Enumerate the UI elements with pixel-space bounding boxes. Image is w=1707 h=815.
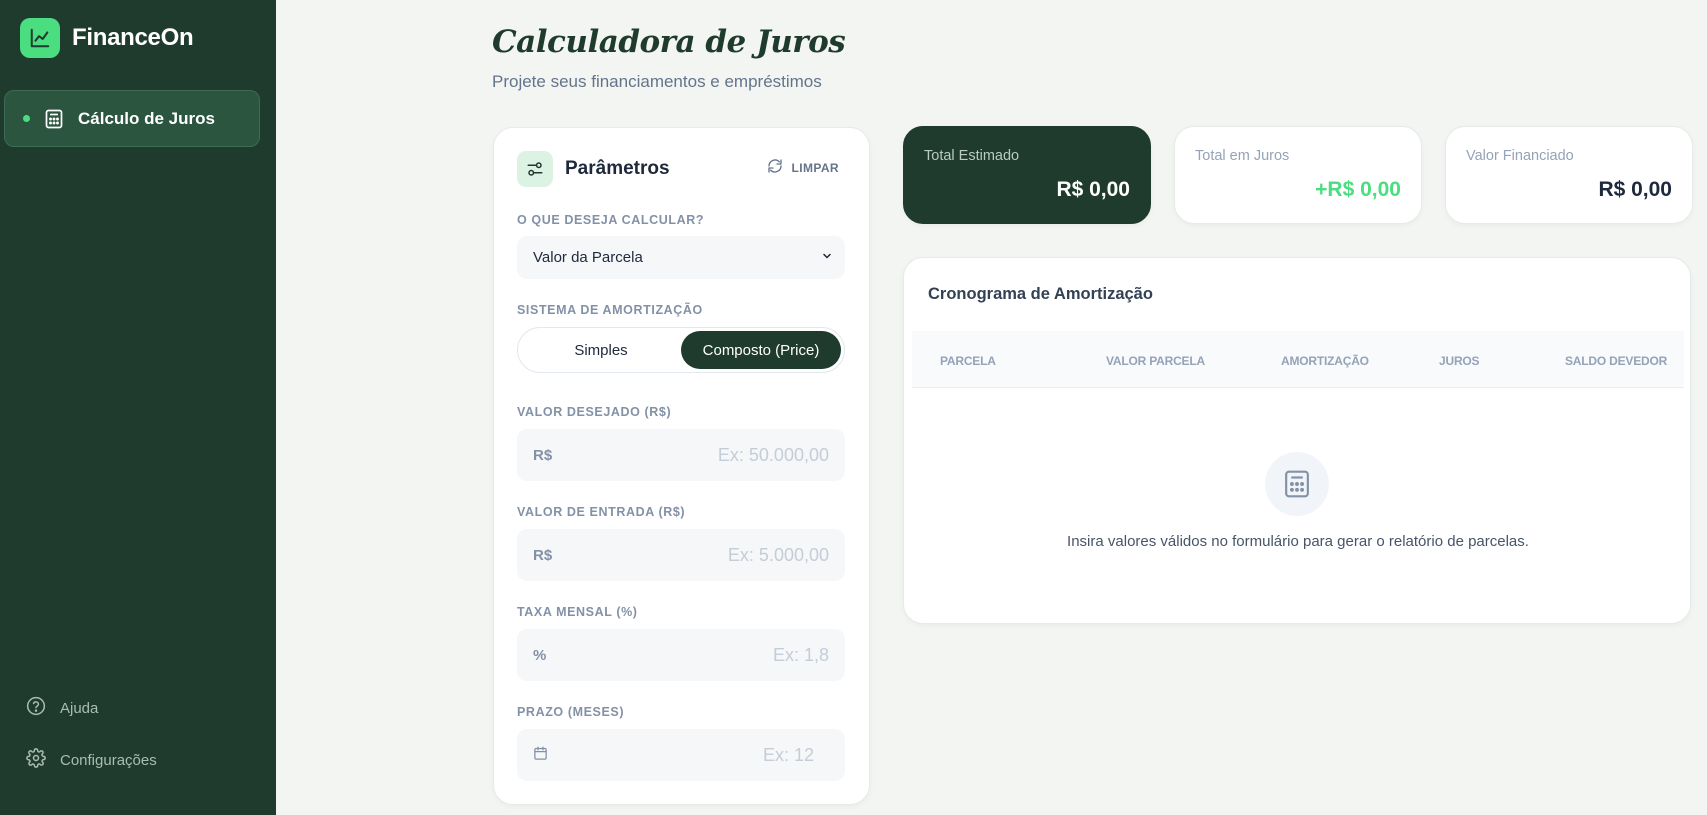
calc-type-select[interactable]: Valor da Parcela	[517, 236, 845, 279]
desired-value-label: VALOR DESEJADO (R$)	[517, 405, 672, 419]
monthly-rate-label: TAXA MENSAL (%)	[517, 605, 638, 619]
total-estimated-card: Total Estimado R$ 0,00	[903, 126, 1151, 224]
stat-label: Total em Juros	[1195, 148, 1290, 164]
sidebar: FinanceOn Cálculo de Juros Ajuda Configu…	[0, 0, 276, 815]
column-header-amortizacao: AMORTIZAÇÃO	[1281, 354, 1369, 368]
brand-name: FinanceOn	[72, 24, 194, 51]
column-header-saldo-devedor: SALDO DEVEDOR	[1565, 354, 1668, 368]
page-title: Calculadora de Juros	[492, 24, 846, 60]
chevron-down-icon	[821, 249, 833, 266]
monthly-rate-placeholder: Ex: 1,8	[772, 644, 829, 665]
active-indicator	[23, 115, 30, 122]
financed-value-value: R$ 0,00	[1598, 178, 1672, 201]
sidebar-item-ajuda[interactable]: Ajuda	[26, 696, 98, 720]
monthly-rate-input[interactable]: % Ex: 1,8	[517, 629, 845, 681]
table-header: PARCELA VALOR PARCELA AMORTIZAÇÃO JUROS …	[912, 331, 1684, 388]
option-simples[interactable]: Simples	[521, 331, 681, 369]
brand[interactable]: FinanceOn	[20, 18, 194, 58]
percent-prefix: %	[533, 646, 547, 664]
amortization-system-label: SISTEMA DE AMORTIZAÇÃO	[517, 303, 703, 317]
clear-button[interactable]: LIMPAR	[767, 158, 839, 177]
sidebar-item-label: Cálculo de Juros	[78, 108, 215, 128]
financed-value-card: Valor Financiado R$ 0,00	[1445, 126, 1693, 224]
term-months-placeholder: Ex: 12	[762, 744, 814, 765]
term-months-label: PRAZO (MESES)	[517, 705, 625, 719]
column-header-valor-parcela: VALOR PARCELA	[1106, 354, 1205, 368]
gear-icon	[26, 748, 46, 772]
stat-label: Total Estimado	[924, 148, 1020, 164]
page-subtitle: Projete seus financiamentos e empréstimo…	[492, 72, 822, 91]
amortization-system-toggle: Simples Composto (Price)	[517, 327, 845, 373]
currency-prefix: R$	[533, 446, 553, 464]
schedule-title: Cronograma de Amortização	[928, 285, 1153, 303]
column-header-parcela: PARCELA	[940, 354, 996, 368]
term-months-input[interactable]: Ex: 12	[517, 729, 845, 781]
total-interest-value: +R$ 0,00	[1315, 178, 1401, 201]
amortization-schedule-card: Cronograma de Amortização PARCELA VALOR …	[903, 257, 1691, 624]
sliders-icon	[517, 151, 553, 187]
down-payment-label: VALOR DE ENTRADA (R$)	[517, 505, 686, 519]
help-circle-icon	[26, 696, 46, 720]
sidebar-item-label: Ajuda	[60, 699, 99, 717]
column-header-juros: JUROS	[1439, 354, 1480, 368]
currency-prefix: R$	[533, 546, 553, 564]
desired-value-input[interactable]: R$ Ex: 50.000,00	[517, 429, 845, 481]
total-estimated-value: R$ 0,00	[1056, 178, 1130, 201]
sidebar-item-configuracoes[interactable]: Configurações	[26, 748, 157, 772]
stat-label: Valor Financiado	[1466, 148, 1574, 164]
calc-type-value: Valor da Parcela	[533, 249, 643, 266]
desired-value-placeholder: Ex: 50.000,00	[717, 444, 829, 465]
refresh-icon	[767, 158, 783, 177]
parameters-card: Parâmetros LIMPAR O QUE DESEJA CALCULAR?…	[493, 127, 870, 805]
down-payment-placeholder: Ex: 5.000,00	[727, 544, 829, 565]
parameters-header: Parâmetros	[517, 151, 670, 187]
parameters-title: Parâmetros	[565, 158, 670, 179]
chart-line-icon	[20, 18, 60, 58]
sidebar-item-calculo-juros[interactable]: Cálculo de Juros	[4, 90, 260, 147]
calculator-icon	[1265, 452, 1329, 516]
calculator-icon	[44, 109, 64, 129]
calc-type-label: O QUE DESEJA CALCULAR?	[517, 213, 705, 227]
empty-state-message: Insira valores válidos no formulário par…	[1067, 533, 1529, 550]
clear-label: LIMPAR	[791, 160, 839, 175]
sidebar-item-label: Configurações	[60, 751, 157, 769]
total-interest-card: Total em Juros +R$ 0,00	[1174, 126, 1422, 224]
option-composto-price[interactable]: Composto (Price)	[681, 331, 841, 369]
calendar-icon	[533, 746, 563, 765]
down-payment-input[interactable]: R$ Ex: 5.000,00	[517, 529, 845, 581]
